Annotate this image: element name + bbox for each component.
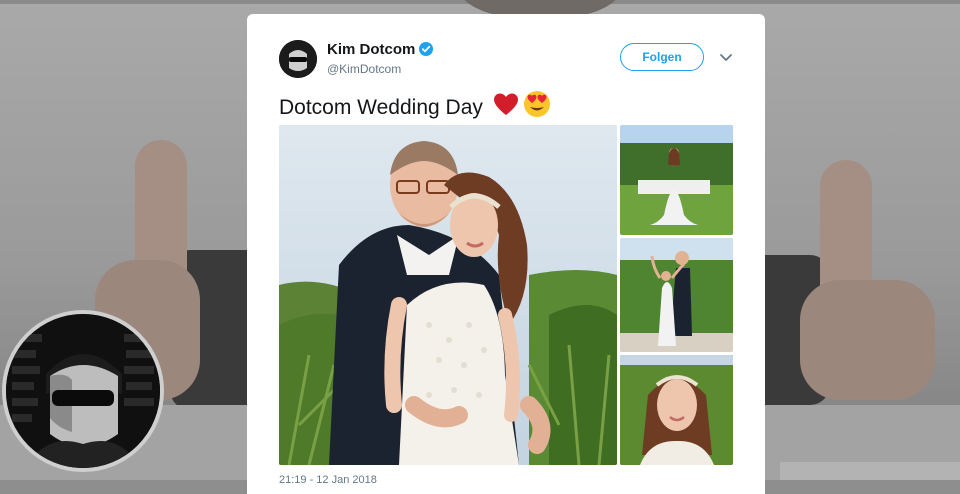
author-avatar[interactable] — [279, 40, 317, 78]
verified-badge-icon — [419, 42, 434, 60]
tweet-text-content: Dotcom Wedding Day — [279, 96, 483, 119]
couple-standing-photo — [620, 238, 733, 352]
tweet-photo-4[interactable] — [620, 355, 733, 465]
wedding-couple-photo — [279, 125, 617, 465]
author-name[interactable]: Kim Dotcom — [327, 41, 434, 60]
heart-eyes-emoji — [523, 90, 551, 124]
tweet-photo-main[interactable] — [279, 125, 617, 465]
tweet-photo-2[interactable] — [620, 125, 733, 235]
bride-portrait-photo — [620, 355, 733, 465]
avatar-portrait-image — [6, 314, 160, 468]
author-name-text[interactable]: Kim Dotcom — [327, 41, 415, 58]
bride-seated-photo — [620, 125, 733, 235]
tweet-text: Dotcom Wedding Day — [279, 90, 551, 124]
tweet-photo-3[interactable] — [620, 238, 733, 352]
tweet-modal: Kim Dotcom @KimDotcom Folgen Dotcom Wedd… — [247, 14, 765, 494]
chevron-down-icon[interactable] — [719, 50, 733, 64]
author-handle[interactable]: @KimDotcom — [327, 62, 401, 76]
tweet-timestamp[interactable]: 21:19 - 12 Jan 2018 — [279, 474, 377, 486]
profile-avatar[interactable] — [2, 310, 164, 472]
background-hand-right — [800, 160, 935, 400]
red-heart-emoji — [493, 92, 519, 124]
follow-button[interactable]: Folgen — [620, 43, 704, 71]
